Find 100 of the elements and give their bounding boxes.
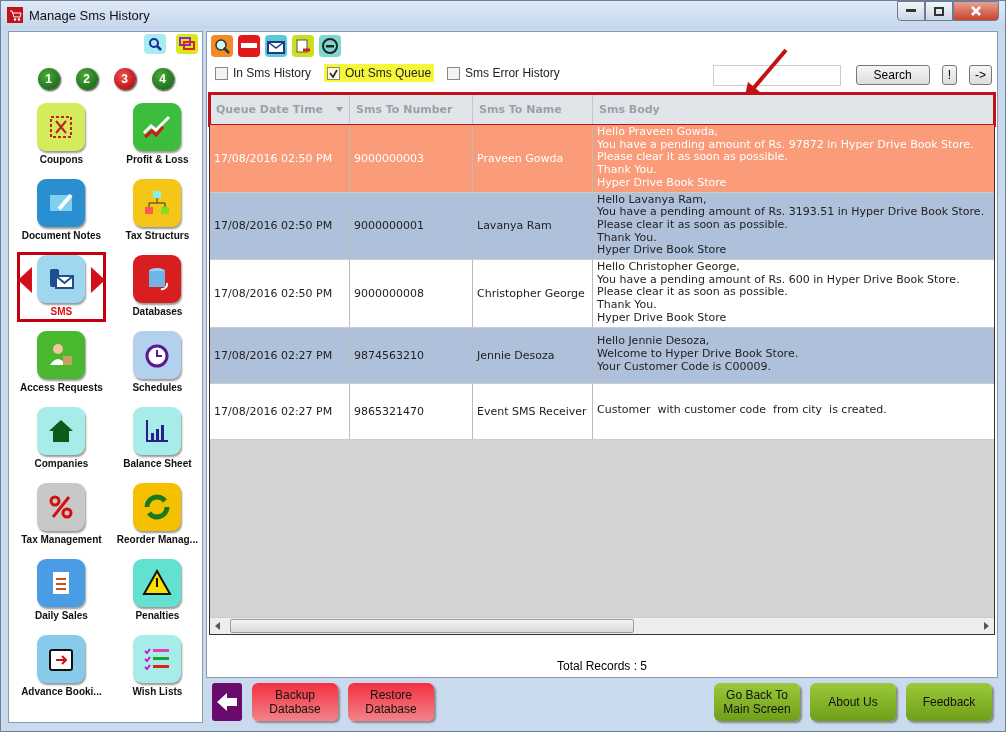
table-cell: Event SMS Receiver [473,383,593,439]
sidebar-item-label: Companies [34,458,89,469]
sidebar-item-label: Daily Sales [35,610,88,621]
alarm-clock-icon [133,331,182,379]
toolbar-button[interactable]: -> [969,65,992,85]
table-row[interactable]: 17/08/2016 02:27 PM 9865321470 Event SMS Receiver Customer with customer code from city is created. [210,383,994,440]
sidebar-item[interactable]: Databases [113,252,201,322]
sidebar-item-label: Tax Management [21,534,102,545]
filter-checkbox[interactable]: Sms Error History [444,64,563,82]
sidebar-item[interactable]: Coupons [17,100,106,170]
sidebar-item[interactable]: Profit & Loss [113,100,201,170]
checklist-icon [133,635,182,683]
close-button[interactable] [953,1,999,21]
sidebar-item-label: Document Notes [21,230,102,241]
scroll-left-icon[interactable] [214,622,222,630]
total-records-text: Total Records : 5 [555,658,648,673]
remove-icon[interactable] [238,35,260,57]
sidebar-item-label: Balance Sheet [123,458,192,469]
scroll-right-icon[interactable] [982,622,990,630]
table-cell: 17/08/2016 02:50 PM [210,192,350,260]
table-cell: Christopher George [473,260,593,327]
database-icon [133,255,182,303]
table-cell: 9865321470 [350,383,473,439]
table-cell: 9874563210 [350,327,473,383]
sidebar-item-label: Wish Lists [132,686,183,697]
cart-icon [7,7,23,23]
filter-checkbox[interactable]: Out Sms Queue [324,64,435,82]
scissors-icon [37,103,86,151]
table-cell: 9000000003 [350,125,473,192]
warning-icon [133,559,182,607]
minus-circle-icon[interactable] [319,35,341,57]
pencil-note-icon [37,179,86,227]
phone-envelope-icon [37,255,86,303]
document-icon [37,559,86,607]
export-icon[interactable] [292,35,314,57]
sidebar-item[interactable]: Balance Sheet [113,404,201,474]
sidebar-item[interactable]: Reorder Manag... [113,480,201,550]
bar-chart-icon [133,407,182,455]
message-body-cell-text: Hello Lavanya Ram, You have a pending amount of Rs. 3193.51 in Hyper Drive Book Store. Please clear it as soon as possible. Thank You. Hyper Drive Book Store [596,192,986,259]
step-button[interactable]: 3 [113,68,136,90]
filter-checkbox[interactable]: In Sms History [212,64,314,82]
sidebar-item-label: Databases [132,306,183,317]
footer-button[interactable]: Go Back To Main Screen [714,683,800,721]
sidebar-item-label: Reorder Manag... [116,534,198,545]
sidebar-item-label: Penalties [135,610,180,621]
step-button[interactable]: 2 [75,68,98,90]
message-body-cell-text: Hello Praveen Gowda, You have a pending amount of Rs. 97872 in Hyper Drive Book Store. Please clear it as soon as possible. Thank You. Hyper Drive Book Store [596,125,975,191]
table-row[interactable] [210,260,994,328]
table-cell: 17/08/2016 02:27 PM [210,383,350,439]
database-button[interactable]: Backup Database [252,683,338,721]
sidebar-item-label: Coupons [39,154,84,165]
table-row[interactable]: 17/08/2016 02:50 PM 9000000001 Lavanya Ram Hello Lavanya Ram, You have a pending amount of Rs. 3193.51 in Hyper Drive Book Store. Please clear it as soon as possible. Thank You. Hyper Drive Book Store [210,192,994,261]
left-triangle-icon [18,267,32,293]
sidebar-item[interactable]: Document Notes [17,176,106,246]
minimize-icon [906,9,916,13]
sidebar-item[interactable]: Advance Booki... [17,632,106,702]
sidebar-item-label: Access Requests [20,382,103,393]
maximize-button[interactable] [925,1,953,21]
table-row[interactable]: 17/08/2016 02:27 PM 9874563210 Jennie Desoza Hello Jennie Desoza, Welcome to Hyper Drive Book Store. Your Customer Code is C00009. [210,327,994,384]
message-body-cell-text: Hello Jennie Desoza, Welcome to Hyper Drive Book Store. Your Customer Code is C00009. [596,333,800,375]
windows-icon[interactable] [176,34,198,54]
step-button[interactable]: 4 [151,68,174,90]
table-cell: 17/08/2016 02:50 PM [210,125,350,192]
sidebar-item[interactable]: Access Requests [17,328,106,398]
sidebar-item[interactable]: Wish Lists [113,632,201,702]
maximize-icon [934,6,944,16]
right-triangle-icon [90,267,105,293]
calendar-icon [37,635,86,683]
sidebar-item[interactable]: Tax Management [17,480,106,550]
toolbar-button[interactable]: ! [941,65,957,85]
table-cell: 17/08/2016 02:50 PM [210,260,350,327]
table-cell: Jennie Desoza [473,327,593,383]
sidebar-item[interactable]: Tax Structurs [113,176,201,246]
search-button[interactable]: Search [855,65,930,85]
database-button[interactable]: Restore Database [348,683,434,721]
close-icon [971,6,981,16]
sidebar-item-label: Schedules [132,382,183,393]
scrollbar-thumb[interactable] [230,619,634,633]
footer-button[interactable]: About Us [810,683,896,721]
sidebar-item-label: Advance Booki... [21,686,102,697]
sidebar-item[interactable]: Companies [17,404,106,474]
sidebar-item[interactable]: Schedules [113,328,201,398]
table-cell: Praveen Gowda [473,125,593,192]
search-field[interactable] [712,64,841,86]
sidebar-item[interactable]: Penalties [113,556,201,626]
hierarchy-icon [133,179,182,227]
table-cell: 17/08/2016 02:27 PM [210,327,350,383]
footer-button[interactable]: Feedback [906,683,992,721]
search-icon[interactable] [144,34,166,54]
message-body-cell-text: Hello Christopher George, You have a pending amount of Rs. 600 in Hyper Drive Book Store. Please clear it as soon as possible. Thank You. Hyper Drive Book Store [596,260,961,326]
table-cell: 9000000008 [350,260,473,327]
checkmark-icon [329,68,338,78]
window-title: Manage Sms History [29,7,151,23]
minimize-button[interactable] [897,1,925,21]
sidebar-item[interactable]: SMS [17,252,106,322]
search-icon[interactable] [211,35,233,57]
horizontal-scrollbar[interactable] [210,617,994,634]
step-button[interactable]: 1 [37,68,60,90]
sort-icon [336,106,343,113]
sidebar-item[interactable]: Daily Sales [17,556,106,626]
